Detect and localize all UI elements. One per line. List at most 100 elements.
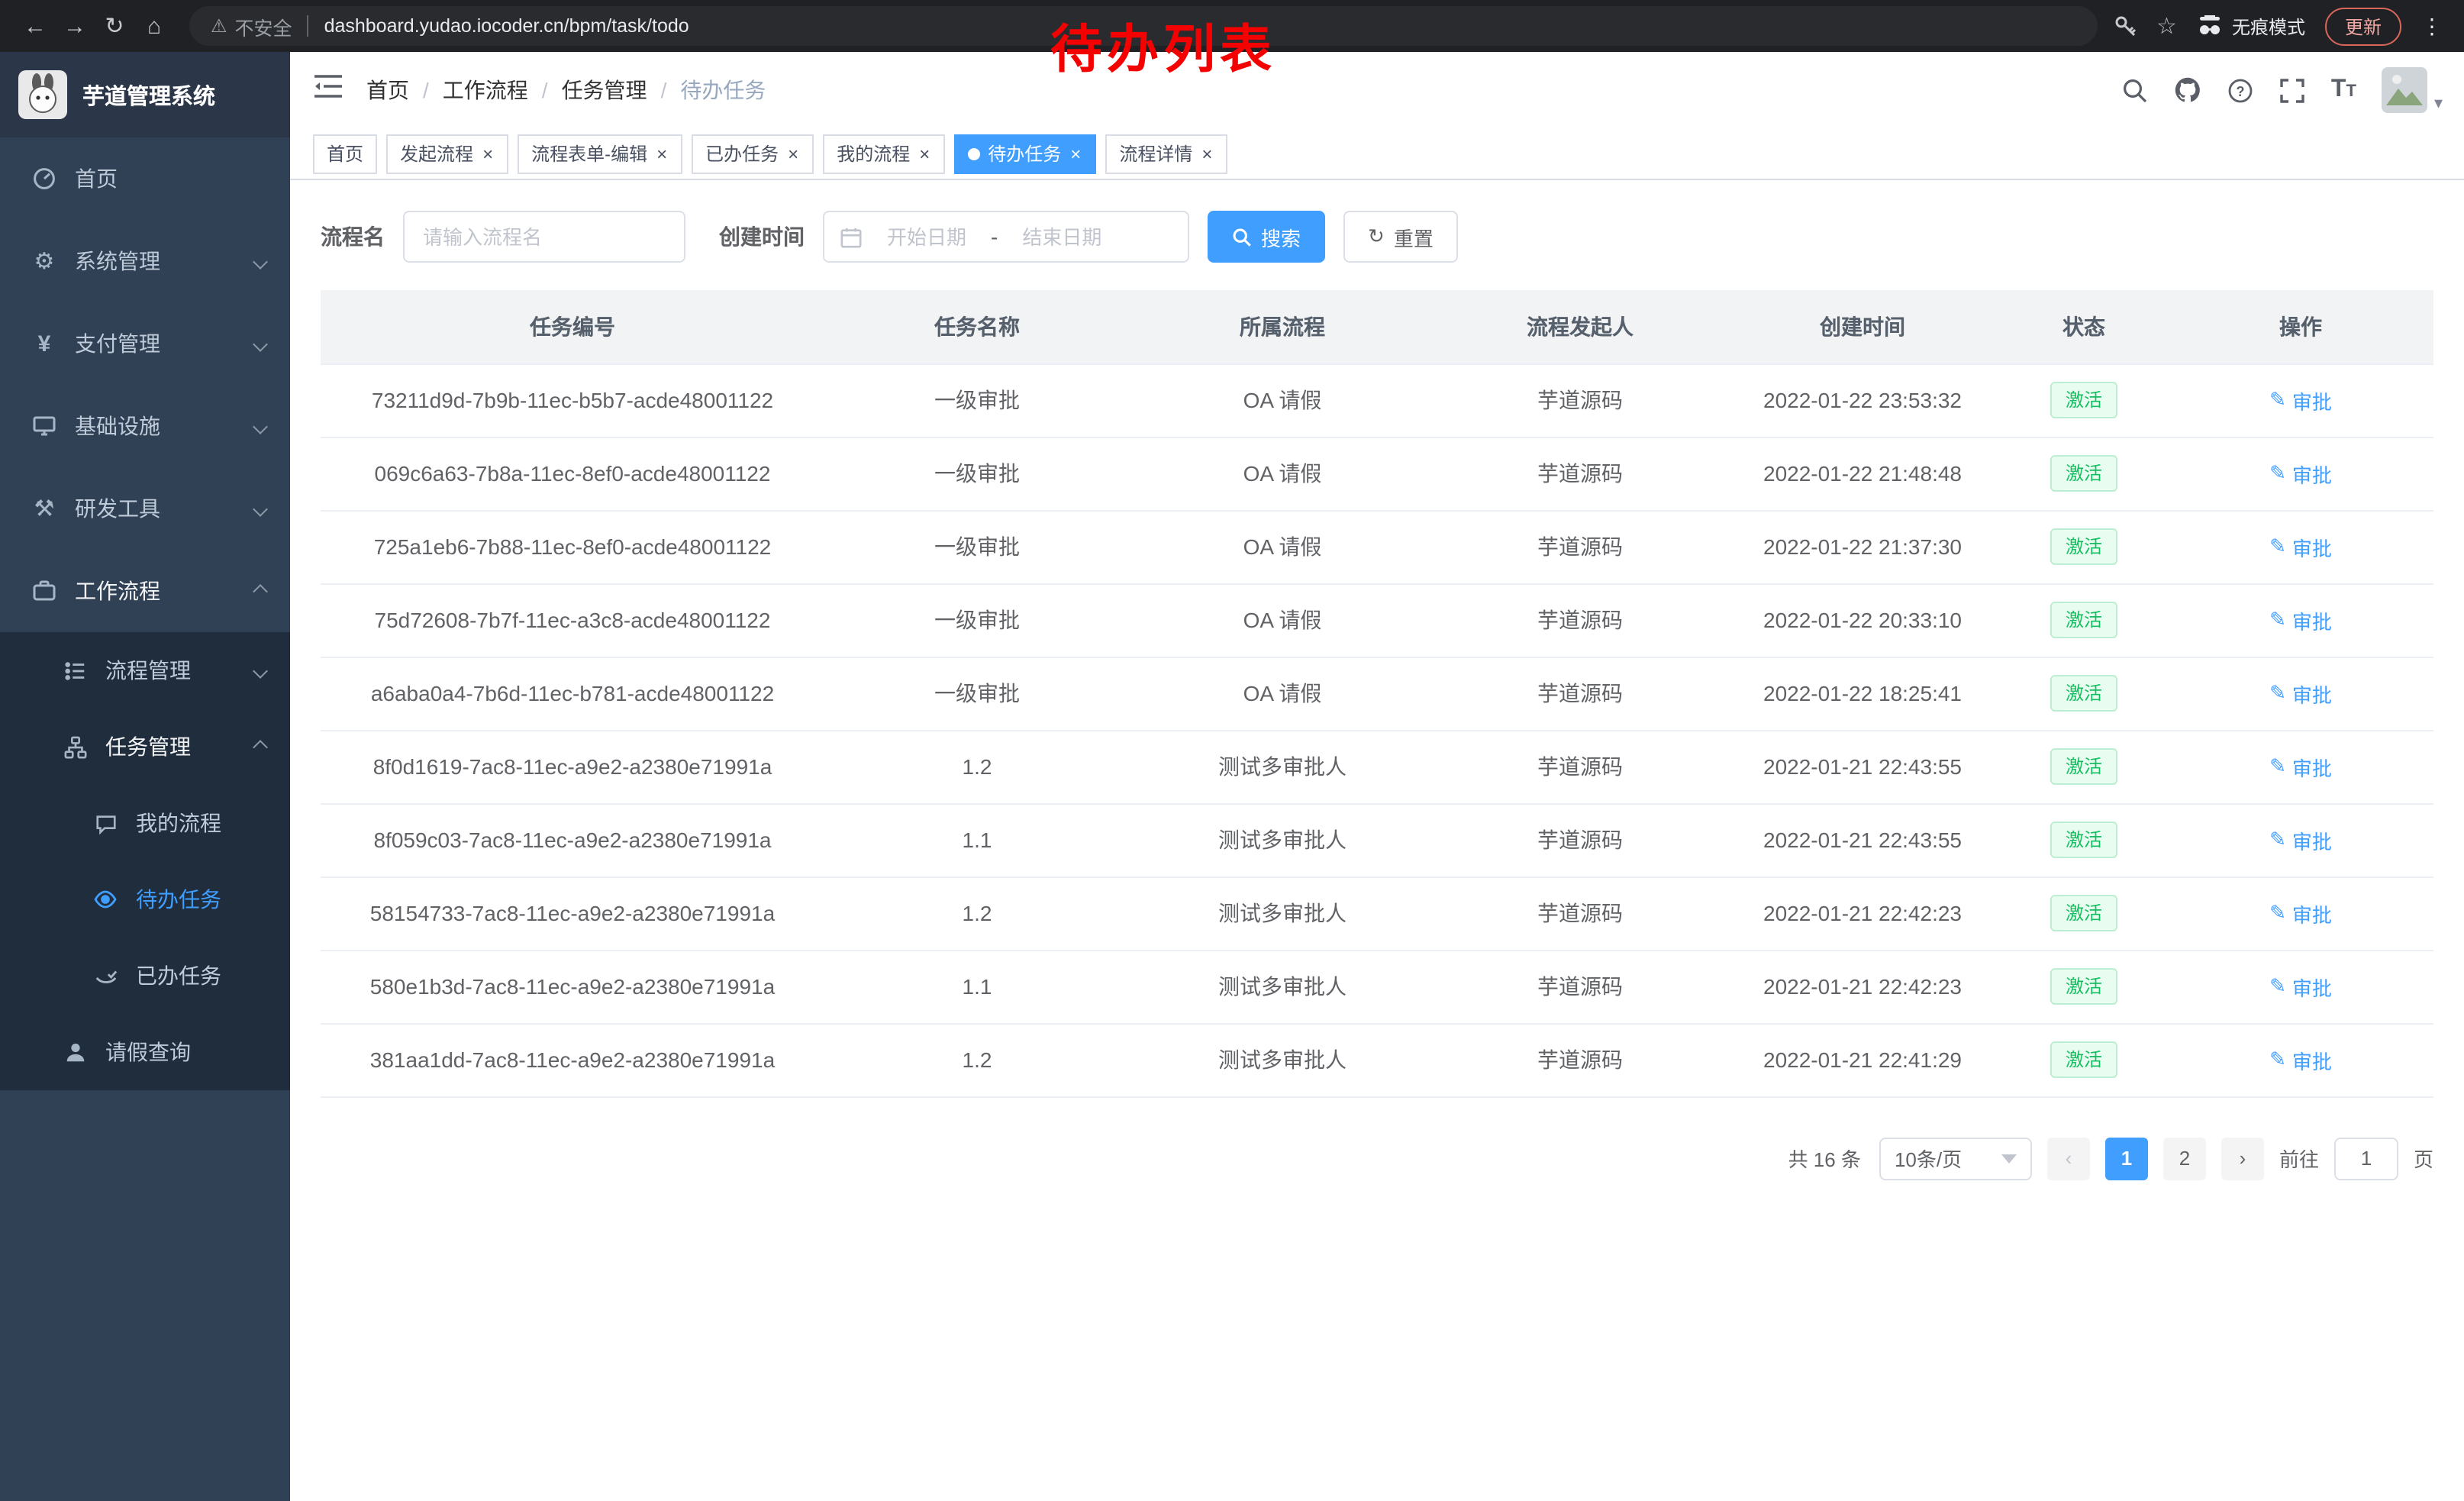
tags-view-bar: 首页 发起流程 × 流程表单-编辑 × 已办任务 × 我的流程 × 待办任务 ×… <box>290 128 2464 180</box>
sitemap-icon <box>61 735 89 758</box>
approve-link[interactable]: ✎审批 <box>2269 605 2332 634</box>
monitor-icon <box>31 414 58 438</box>
sidebar-item-label: 系统管理 <box>75 246 160 276</box>
sidebar-item-payment[interactable]: ¥ 支付管理 <box>0 302 290 385</box>
browser-menu-icon[interactable]: ⋮ <box>2421 13 2443 39</box>
approve-link[interactable]: ✎审批 <box>2269 1045 2332 1074</box>
approve-link[interactable]: ✎审批 <box>2269 532 2332 561</box>
sidebar-item-system[interactable]: ⚙ 系统管理 <box>0 220 290 302</box>
sidebar-item-home[interactable]: 首页 <box>0 137 290 220</box>
breadcrumb-task-management[interactable]: 任务管理 <box>562 75 647 105</box>
sidebar-item-todo-tasks[interactable]: 待办任务 <box>0 861 290 938</box>
breadcrumb-home[interactable]: 首页 <box>366 75 409 105</box>
cell-create-time: 2022-01-22 21:37:30 <box>1725 510 2000 583</box>
screen: ← → ↻ ⌂ ⚠ 不安全 dashboard.yudao.iocoder.cn… <box>0 0 2464 1501</box>
browser-update-button[interactable]: 更新 <box>2325 7 2401 45</box>
user-menu[interactable]: ▾ <box>2382 67 2443 113</box>
sidebar-item-done-tasks[interactable]: 已办任务 <box>0 938 290 1014</box>
pagination: 共 16 条 10条/页 ‹ 1 2 › 前往 页 <box>321 1137 2433 1180</box>
tag-start-process[interactable]: 发起流程 × <box>386 134 508 173</box>
sidebar-item-label: 首页 <box>75 163 118 194</box>
start-date-input[interactable] <box>872 224 982 250</box>
breadcrumb-separator: / <box>423 78 429 102</box>
tag-todo-tasks[interactable]: 待办任务 × <box>954 134 1096 173</box>
sidebar-item-task-management[interactable]: 任务管理 <box>0 709 290 785</box>
app-logo-image <box>18 70 67 119</box>
calendar-icon <box>840 225 863 248</box>
url-text: dashboard.yudao.iocoder.cn/bpm/task/todo <box>324 15 689 37</box>
close-icon[interactable]: × <box>655 143 669 164</box>
tag-done-tasks[interactable]: 已办任务 × <box>692 134 814 173</box>
next-page-button[interactable]: › <box>2221 1137 2264 1180</box>
tag-my-processes[interactable]: 我的流程 × <box>823 134 945 173</box>
approve-link[interactable]: ✎审批 <box>2269 825 2332 854</box>
close-icon[interactable]: × <box>481 143 495 164</box>
prev-page-button[interactable]: ‹ <box>2047 1137 2090 1180</box>
github-icon[interactable] <box>2174 76 2201 104</box>
cell-task-id: 58154733-7ac8-11ec-a9e2-a2380e71991a <box>321 876 824 950</box>
not-secure-warning-icon: ⚠ <box>211 15 227 37</box>
cell-create-time: 2022-01-21 22:43:55 <box>1725 803 2000 876</box>
tag-home[interactable]: 首页 <box>313 134 377 173</box>
sidebar-item-infrastructure[interactable]: 基础设施 <box>0 385 290 467</box>
close-icon[interactable]: × <box>786 143 800 164</box>
sidebar-item-label: 任务管理 <box>105 731 191 762</box>
search-button[interactable]: 搜索 <box>1208 211 1325 263</box>
table-row: 73211d9d-7b9b-11ec-b5b7-acde48001122 一级审… <box>321 363 2433 437</box>
col-process: 所属流程 <box>1130 290 1435 363</box>
breadcrumb-workflow[interactable]: 工作流程 <box>443 75 528 105</box>
sidebar-collapse-icon[interactable] <box>290 73 366 107</box>
back-icon[interactable]: ← <box>15 6 55 46</box>
tag-process-detail[interactable]: 流程详情 × <box>1105 134 1227 173</box>
page-size-select[interactable]: 10条/页 <box>1879 1137 2032 1180</box>
bookmark-star-icon[interactable]: ☆ <box>2156 12 2177 40</box>
cell-initiator: 芋道源码 <box>1435 876 1725 950</box>
approve-link[interactable]: ✎审批 <box>2269 972 2332 1001</box>
fullscreen-icon[interactable] <box>2279 77 2305 103</box>
page-button-1[interactable]: 1 <box>2105 1137 2148 1180</box>
status-badge: 激活 <box>2050 895 2117 931</box>
cell-task-id: 580e1b3d-7ac8-11ec-a9e2-a2380e71991a <box>321 950 824 1023</box>
cell-task-name: 1.1 <box>824 950 1130 1023</box>
sidebar-item-workflow[interactable]: 工作流程 <box>0 550 290 632</box>
approve-link[interactable]: ✎审批 <box>2269 752 2332 781</box>
close-icon[interactable]: × <box>918 143 931 164</box>
date-range-picker[interactable]: - <box>823 211 1189 263</box>
forward-icon[interactable]: → <box>55 6 95 46</box>
page-button-2[interactable]: 2 <box>2163 1137 2206 1180</box>
cell-create-time: 2022-01-21 22:43:55 <box>1725 730 2000 803</box>
sidebar-item-leave-query[interactable]: 请假查询 <box>0 1014 290 1090</box>
close-icon[interactable]: × <box>1200 143 1214 164</box>
goto-page-input[interactable] <box>2334 1137 2398 1180</box>
edit-icon: ✎ <box>2269 1047 2286 1072</box>
search-icon <box>1232 227 1252 247</box>
active-tab-dot <box>968 147 980 160</box>
status-badge: 激活 <box>2050 528 2117 565</box>
approve-link[interactable]: ✎审批 <box>2269 386 2332 415</box>
tag-process-form-edit[interactable]: 流程表单-编辑 × <box>518 134 682 173</box>
address-bar[interactable]: ⚠ 不安全 dashboard.yudao.iocoder.cn/bpm/tas… <box>189 6 2097 46</box>
create-time-label: 创建时间 <box>719 221 805 252</box>
cell-process: OA 请假 <box>1130 363 1435 437</box>
caret-down-icon <box>2001 1154 2017 1163</box>
cell-task-name: 1.2 <box>824 730 1130 803</box>
process-name-input[interactable] <box>403 211 685 263</box>
approve-link[interactable]: ✎审批 <box>2269 899 2332 928</box>
search-icon[interactable] <box>2122 77 2148 103</box>
sidebar-item-my-processes[interactable]: 我的流程 <box>0 785 290 861</box>
sidebar-item-devtools[interactable]: ⚒ 研发工具 <box>0 467 290 550</box>
table-row: 069c6a63-7b8a-11ec-8ef0-acde48001122 一级审… <box>321 437 2433 510</box>
font-size-icon[interactable]: TT <box>2331 76 2356 104</box>
approve-link[interactable]: ✎审批 <box>2269 459 2332 488</box>
reset-button[interactable]: ↻ 重置 <box>1343 211 1458 263</box>
key-icon[interactable] <box>2112 14 2137 38</box>
home-icon[interactable]: ⌂ <box>134 6 174 46</box>
col-initiator: 流程发起人 <box>1435 290 1725 363</box>
approve-link[interactable]: ✎审批 <box>2269 679 2332 708</box>
close-icon[interactable]: × <box>1069 143 1082 164</box>
sidebar-item-process-management[interactable]: 流程管理 <box>0 632 290 709</box>
end-date-input[interactable] <box>1007 224 1117 250</box>
cell-task-name: 一级审批 <box>824 510 1130 583</box>
help-icon[interactable]: ? <box>2227 77 2253 103</box>
reload-icon[interactable]: ↻ <box>95 6 134 46</box>
